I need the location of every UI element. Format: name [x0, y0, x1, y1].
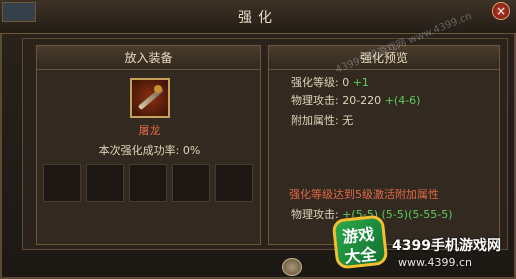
enhance-level-label: 强化等级: [291, 76, 339, 89]
unlock-notice: 强化等级达到5级激活附加属性 [289, 188, 439, 201]
badge-bottom-text: 大全 [343, 244, 378, 267]
material-slot-1[interactable] [43, 164, 81, 202]
material-slot-2[interactable] [86, 164, 124, 202]
enhance-level-value: 0 [342, 76, 350, 89]
sword-hilt-icon [154, 85, 162, 93]
extra-attribute-value: 无 [342, 114, 354, 127]
bonus-attack-label: 物理攻击: [291, 208, 339, 221]
equipment-panel: 放入装备 屠龙 本次强化成功率: 0% [36, 45, 261, 245]
attack-row: 物理攻击: 20-220 +(4-6) [291, 92, 420, 108]
site-url: www.4399.cn [398, 256, 472, 269]
bonus-attack-detail: (5-5)(5-55-5) [381, 208, 453, 221]
site-name: 4399手机游戏网 [392, 238, 501, 254]
item-name: 屠龙 [138, 124, 161, 137]
material-slots [43, 164, 255, 204]
material-slot-5[interactable] [215, 164, 253, 202]
preview-panel: 强化预览 强化等级: 0 +1 物理攻击: 20-220 +(4-6) 附加属性… [268, 45, 500, 245]
attack-value: 20-220 [342, 94, 382, 107]
success-rate-value: 0% [182, 144, 201, 157]
success-rate: 本次强化成功率: 0% [37, 142, 262, 158]
success-rate-label: 本次强化成功率: [98, 144, 180, 157]
close-button[interactable]: × [492, 2, 510, 20]
attack-label: 物理攻击: [291, 94, 339, 107]
material-slot-3[interactable] [129, 164, 167, 202]
material-slot-4[interactable] [172, 164, 210, 202]
extra-attribute-row: 附加属性: 无 [291, 112, 353, 128]
equipment-slot[interactable] [130, 78, 170, 118]
extra-attribute-label: 附加属性: [291, 114, 339, 127]
game-logo-badge: 游戏 大全 [331, 214, 389, 270]
equipment-panel-header: 放入装备 [37, 46, 260, 70]
enhance-level-row: 强化等级: 0 +1 [291, 74, 369, 90]
bottom-round-button[interactable] [282, 258, 302, 276]
enhance-level-plus: +1 [352, 76, 369, 89]
attack-plus: +(4-6) [384, 94, 421, 107]
